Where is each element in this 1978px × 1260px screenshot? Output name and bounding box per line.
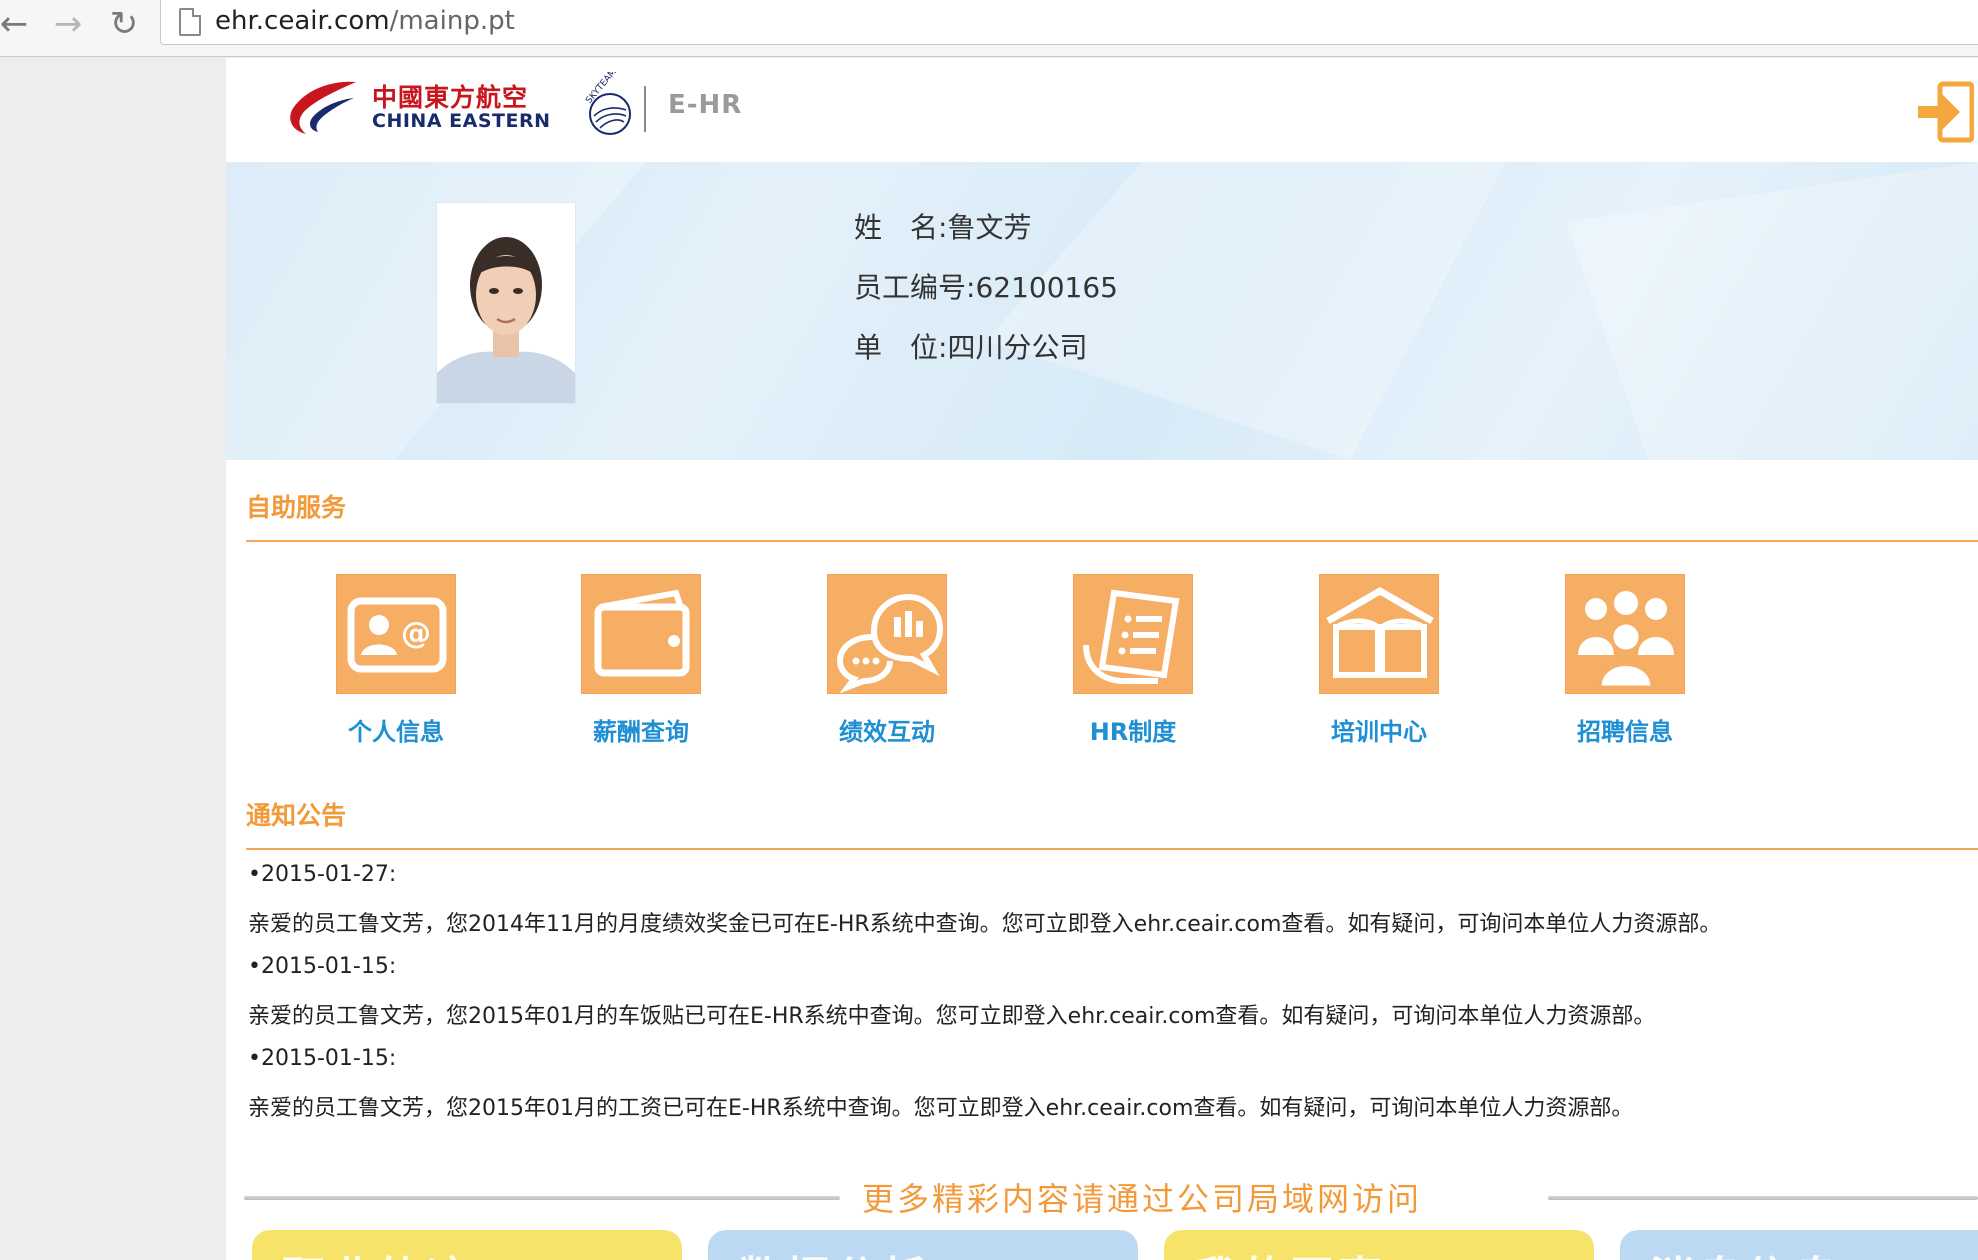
page-document-icon [179, 8, 201, 36]
card-my-colleagues[interactable]: 我的同事 [1164, 1230, 1594, 1260]
china-eastern-swallow-logo-icon [290, 81, 356, 134]
name-label: 姓 名: [854, 211, 948, 244]
employee-id: 62100165 [975, 271, 1118, 304]
service-performance[interactable]: 绩效互动 [826, 574, 948, 747]
logo-chinese-name: 中國東方航空 [372, 83, 529, 112]
notice-text[interactable]: 亲爱的员工鲁文芳，您2015年01月的工资已可在E-HR系统中查询。您可立即登入… [248, 1090, 1633, 1122]
card-label: 数据分析 [738, 1242, 930, 1260]
service-recruitment[interactable]: 招聘信息 [1564, 574, 1686, 747]
id-label: 员工编号: [854, 271, 976, 304]
notice-date: •2015-01-27: [248, 862, 397, 887]
service-training-center[interactable]: 培训中心 [1318, 574, 1440, 747]
notices-title: 通知公告 [246, 801, 347, 830]
logo-divider [644, 86, 646, 132]
service-salary-query[interactable]: 薪酬查询 [580, 574, 702, 747]
notice-text[interactable]: 亲爱的员工鲁文芳，您2015年01月的车饭贴已可在E-HR系统中查询。您可立即登… [248, 998, 1655, 1030]
notices-divider [246, 848, 1978, 850]
notice-date: •2015-01-15: [248, 954, 397, 979]
document-list-icon[interactable] [1073, 574, 1193, 694]
self-service-divider [246, 540, 1978, 542]
card-label: 职业轨迹 [282, 1242, 474, 1260]
skyteam-logo-icon: SKYTEAM [584, 72, 631, 135]
service-label[interactable]: 薪酬查询 [580, 712, 702, 747]
unit-label: 单 位: [854, 331, 948, 364]
wallet-icon[interactable] [581, 574, 701, 694]
url-host: ehr.ceair.com [215, 6, 390, 36]
site-header: 中國東方航空 CHINA EASTERN SKYTEAM E-HR [226, 58, 1978, 162]
card-messages[interactable]: 消息信息 [1620, 1230, 1978, 1260]
open-book-icon[interactable] [1319, 574, 1439, 694]
intranet-notice: 更多精彩内容请通过公司局域网访问 [862, 1180, 1423, 1218]
card-label: 我的同事 [1194, 1242, 1386, 1260]
card-career-path[interactable]: 职业轨迹 [252, 1230, 682, 1260]
system-name: E-HR [668, 90, 743, 120]
banner-decoration [986, 162, 1506, 460]
service-label[interactable]: 培训中心 [1318, 712, 1440, 747]
service-label[interactable]: 绩效互动 [826, 712, 948, 747]
chat-chart-icon[interactable] [827, 574, 947, 694]
service-label[interactable]: 招聘信息 [1564, 712, 1686, 747]
logout-icon[interactable] [1918, 80, 1974, 144]
back-arrow-icon[interactable]: ← [0, 4, 34, 44]
more-divider-left [244, 1196, 840, 1200]
service-personal-info[interactable]: @ 个人信息 [335, 574, 457, 747]
banner-decoration [1566, 162, 1978, 460]
service-label[interactable]: HR制度 [1072, 712, 1194, 747]
forward-arrow-icon[interactable]: → [48, 4, 88, 44]
reload-icon[interactable]: ↻ [104, 4, 144, 44]
address-bar[interactable]: ehr.ceair.com/mainp.pt [160, 0, 1978, 45]
employee-name-row: 姓 名:鲁文芳 [854, 206, 1031, 246]
ehr-main-page: 中國東方航空 CHINA EASTERN SKYTEAM E-HR 姓 名:鲁文… [226, 58, 1978, 1260]
employee-unit-row: 单 位:四川分公司 [854, 326, 1087, 366]
url-text[interactable]: ehr.ceair.com/mainp.pt [215, 2, 515, 40]
notice-date: •2015-01-15: [248, 1046, 397, 1071]
employee-name: 鲁文芳 [947, 211, 1032, 244]
skyteam-wordmark: SKYTEAM [584, 72, 619, 106]
logo-english-name: CHINA EASTERN [372, 110, 551, 132]
more-divider-right [1548, 1196, 1978, 1200]
contact-card-icon[interactable]: @ [336, 574, 456, 694]
employee-id-row: 员工编号:62100165 [854, 266, 1118, 306]
people-group-icon[interactable] [1565, 574, 1685, 694]
card-label: 消息信息 [1650, 1242, 1842, 1260]
employee-photo [436, 202, 576, 404]
self-service-title: 自助服务 [246, 493, 347, 522]
svg-text:@: @ [401, 616, 431, 651]
service-label[interactable]: 个人信息 [335, 712, 457, 747]
url-path: /mainp.pt [389, 6, 515, 36]
notice-text[interactable]: 亲爱的员工鲁文芳，您2014年11月的月度绩效奖金已可在E-HR系统中查询。您可… [248, 906, 1721, 938]
profile-banner: 姓 名:鲁文芳 员工编号:62100165 单 位:四川分公司 [226, 162, 1978, 460]
browser-toolbar: ← → ↻ ehr.ceair.com/mainp.pt [0, 0, 1978, 57]
card-data-analysis[interactable]: 数据分析 [708, 1230, 1138, 1260]
employee-unit: 四川分公司 [947, 331, 1088, 364]
service-hr-policy[interactable]: HR制度 [1072, 574, 1194, 747]
portrait-image [437, 203, 575, 403]
